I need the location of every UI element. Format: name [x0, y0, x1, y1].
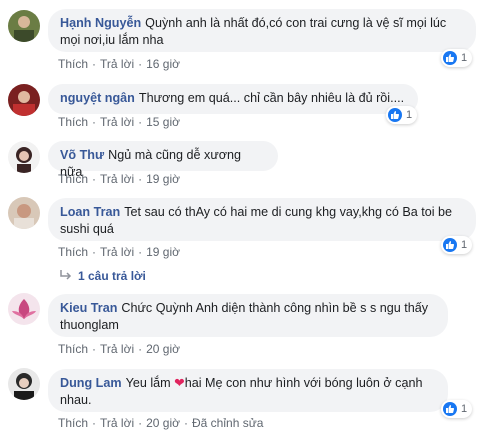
like-icon: [443, 238, 457, 252]
reaction-count[interactable]: 1: [386, 106, 418, 124]
comment-bubble: Võ Thư Ngủ mà cũng dễ xương nữa: [48, 141, 278, 179]
timestamp[interactable]: 20 giờ: [146, 416, 180, 430]
comment-actions: Thích · Trả lời · 19 giờ: [58, 245, 180, 259]
timestamp[interactable]: 16 giờ: [146, 57, 180, 71]
like-icon: [443, 51, 457, 65]
reply-button[interactable]: Trả lời: [100, 245, 134, 259]
comment-text: Thương em quá... chỉ cần bây nhiêu là đủ…: [138, 91, 405, 105]
timestamp[interactable]: 20 giờ: [146, 342, 180, 356]
like-icon: [388, 108, 402, 122]
timestamp[interactable]: 19 giờ: [146, 245, 180, 259]
reaction-count[interactable]: 1: [441, 236, 473, 254]
avatar[interactable]: [8, 84, 40, 116]
timestamp[interactable]: 19 giờ: [146, 172, 180, 186]
reply-arrow-icon: [60, 268, 72, 283]
like-button[interactable]: Thích: [58, 416, 88, 430]
comment-actions: Thích · Trả lời · 20 giờ: [58, 342, 180, 356]
reply-button[interactable]: Trả lời: [100, 57, 134, 71]
comment-bubble: Hạnh Nguyễn Quỳnh anh là nhất đó,có con t…: [48, 9, 476, 52]
like-button[interactable]: Thích: [58, 172, 88, 186]
comment-bubble: Dung Lam Yeu lắm ❤hai Mẹ con như hình với…: [48, 369, 448, 412]
author-name[interactable]: Loan Tran: [60, 205, 120, 219]
avatar[interactable]: [8, 368, 40, 400]
comment-bubble: Kieu Tran Chức Quỳnh Anh diện thành công …: [48, 294, 448, 337]
comment-actions: Thích · Trả lời · 19 giờ: [58, 172, 180, 186]
like-button[interactable]: Thích: [58, 115, 88, 129]
comment-bubble: nguyệt ngân Thương em quá... chỉ cần bây …: [48, 84, 418, 114]
avatar[interactable]: [8, 141, 40, 173]
like-button[interactable]: Thích: [58, 342, 88, 356]
author-name[interactable]: Hạnh Nguyễn: [60, 16, 141, 30]
reply-button[interactable]: Trả lời: [100, 416, 134, 430]
like-button[interactable]: Thích: [58, 57, 88, 71]
reply-button[interactable]: Trả lời: [100, 342, 134, 356]
timestamp[interactable]: 15 giờ: [146, 115, 180, 129]
avatar[interactable]: [8, 293, 40, 325]
comment-actions: Thích · Trả lời · 20 giờ · Đã chỉnh sửa: [58, 416, 264, 430]
comment-actions: Thích · Trả lời · 15 giờ: [58, 115, 180, 129]
comment-text-start: Yeu lắm: [125, 376, 171, 390]
like-icon: [443, 402, 457, 416]
reaction-count[interactable]: 1: [441, 400, 473, 418]
author-name[interactable]: Võ Thư: [60, 148, 104, 162]
reaction-count[interactable]: 1: [441, 49, 473, 67]
like-button[interactable]: Thích: [58, 245, 88, 259]
reply-button[interactable]: Trả lời: [100, 172, 134, 186]
author-name[interactable]: Dung Lam: [60, 376, 122, 390]
view-replies-link[interactable]: 1 câu trả lời: [60, 268, 146, 283]
author-name[interactable]: nguyệt ngân: [60, 91, 135, 105]
heart-icon: ❤: [174, 376, 185, 390]
edited-label[interactable]: Đã chỉnh sửa: [192, 416, 263, 430]
avatar[interactable]: [8, 10, 40, 42]
comment-actions: Thích · Trả lời · 16 giờ: [58, 57, 180, 71]
author-name[interactable]: Kieu Tran: [60, 301, 117, 315]
avatar[interactable]: [8, 197, 40, 229]
comment-bubble: Loan Tran Tet sau có thAy có hai me di cu…: [48, 198, 476, 241]
reply-button[interactable]: Trả lời: [100, 115, 134, 129]
